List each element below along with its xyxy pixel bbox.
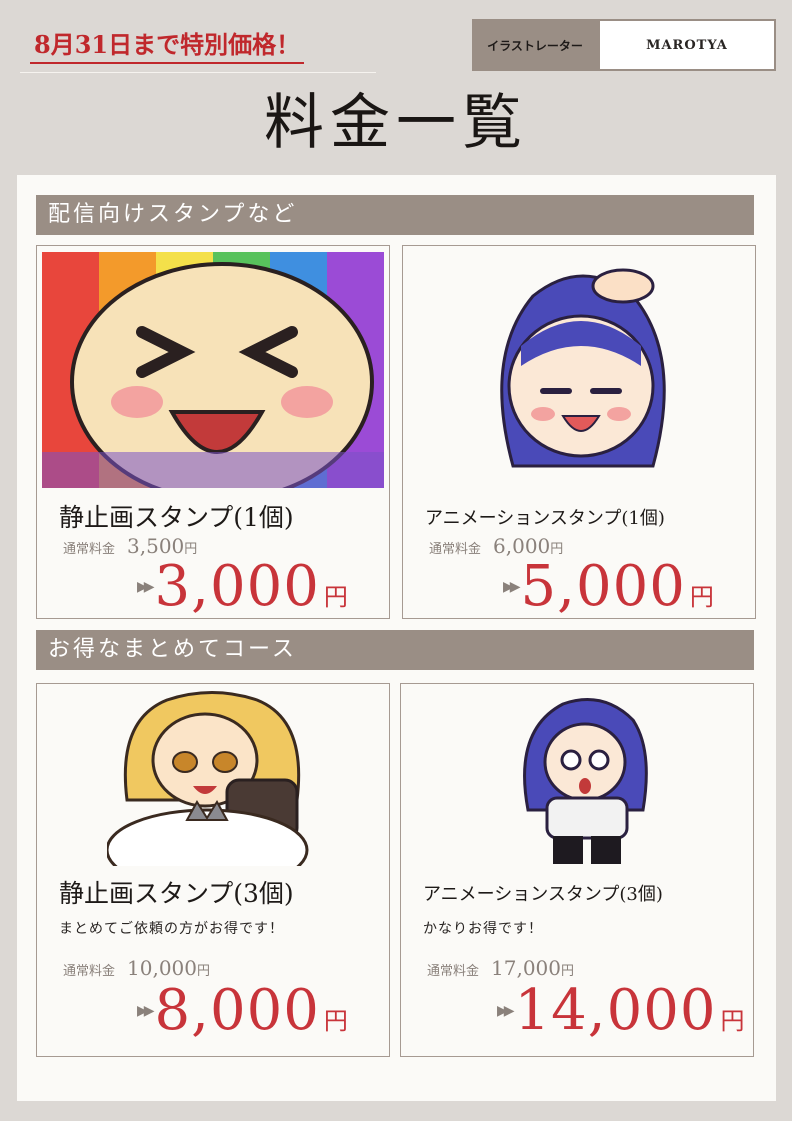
regular-price: 通常料金 10,000円: [63, 956, 210, 980]
sale-price-amount: 14,000: [514, 978, 717, 1043]
sale-price-amount: 8,000: [154, 978, 320, 1043]
promo-divider: [20, 72, 376, 73]
regular-price-amount: 17,000: [491, 956, 561, 980]
artist-badge: イラストレーター MAROTYA: [472, 19, 776, 71]
price-card-animation-3: アニメーションスタンプ(3個) かなりお得です！ 通常料金 17,000円 ▶▶1…: [400, 683, 754, 1057]
sale-price: ▶▶3,000 円: [137, 554, 348, 619]
section-heading-bundle: お得なまとめてコース: [36, 630, 754, 670]
arrow-icon: ▶▶: [137, 579, 154, 595]
regular-price-yen: 円: [197, 964, 211, 979]
arrow-icon: ▶▶: [137, 1003, 154, 1019]
regular-price-amount: 10,000: [127, 956, 197, 980]
sticker-illustration-surprised: [493, 690, 669, 866]
sale-price-amount: 5,000: [520, 554, 686, 619]
sale-price: ▶▶14,000 円: [497, 978, 745, 1043]
card-title: アニメーションスタンプ(1個): [425, 508, 665, 529]
sale-price-yen: 円: [720, 1007, 745, 1035]
sale-price-yen: 円: [323, 583, 348, 611]
sticker-illustration-rainbow: [42, 252, 384, 488]
regular-price-yen: 円: [561, 964, 575, 979]
arrow-icon: ▶▶: [503, 579, 520, 595]
price-card-still-1: 静止画スタンプ(1個) 通常料金 3,500円 ▶▶3,000 円: [36, 245, 390, 619]
card-title: アニメーションスタンプ(3個): [423, 884, 663, 905]
price-card-animation-1: アニメーションスタンプ(1個) 通常料金 6,000円 ▶▶5,000 円: [402, 245, 756, 619]
sale-price-amount: 3,000: [154, 554, 320, 619]
regular-price-label: 通常料金: [429, 542, 482, 557]
regular-price: 通常料金 17,000円: [427, 956, 574, 980]
regular-price-label: 通常料金: [63, 542, 116, 557]
sale-price-yen: 円: [323, 1007, 348, 1035]
sticker-illustration-bluehair: [473, 256, 689, 482]
price-card-still-3: 静止画スタンプ(3個) まとめてご依頼の方がお得です！ 通常料金 10,000円 …: [36, 683, 390, 1057]
regular-price-label: 通常料金: [427, 964, 480, 979]
card-description: まとめてご依頼の方がお得です！: [59, 921, 284, 937]
sale-price-yen: 円: [689, 583, 714, 611]
sale-price: ▶▶8,000 円: [137, 978, 348, 1043]
arrow-icon: ▶▶: [497, 1003, 514, 1019]
card-title: 静止画スタンプ(3個): [59, 879, 294, 908]
regular-price-label: 通常料金: [63, 964, 116, 979]
card-title: 静止画スタンプ(1個): [59, 503, 294, 532]
artist-label: イラストレーター: [472, 19, 598, 71]
page-title: 料金一覧: [264, 88, 528, 158]
price-sheet: 配信向けスタンプなど 静止画スタンプ(1個) 通常料金 3,500円 ▶▶3,0…: [17, 175, 776, 1101]
section-heading-streaming: 配信向けスタンプなど: [36, 195, 754, 235]
artist-name: MAROTYA: [598, 19, 776, 71]
card-description: かなりお得です！: [423, 921, 543, 937]
promo-banner: 8月31日まで特別価格！: [30, 30, 305, 64]
sticker-illustration-blonde: [107, 690, 317, 866]
sale-price: ▶▶5,000 円: [503, 554, 714, 619]
